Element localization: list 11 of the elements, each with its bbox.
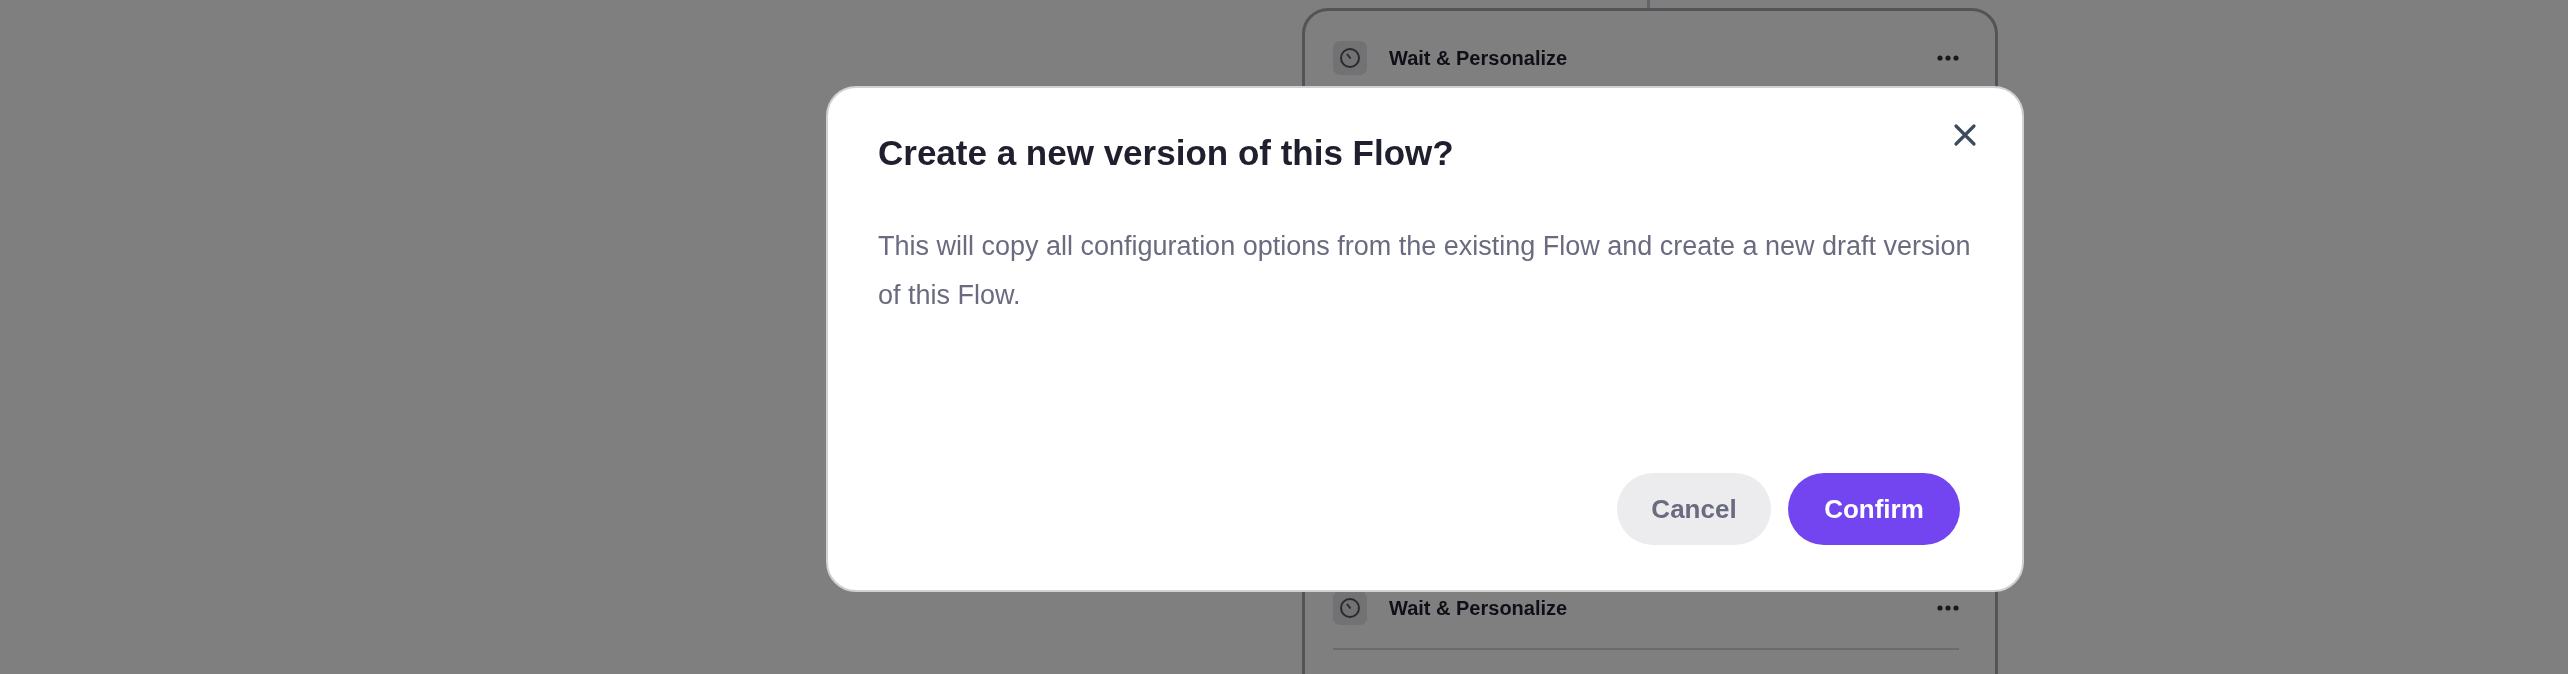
confirm-button[interactable]: Confirm bbox=[1788, 473, 1960, 545]
more-icon[interactable] bbox=[1937, 605, 1959, 611]
dialog-message: This will copy all configuration options from the existing Flow and create a new draft version of this Flow. bbox=[878, 229, 1972, 312]
more-icon[interactable] bbox=[1937, 55, 1959, 61]
cancel-button[interactable]: Cancel bbox=[1617, 473, 1771, 545]
clock-icon bbox=[1333, 41, 1367, 75]
clock-icon bbox=[1333, 591, 1367, 625]
dialog-title: Create a new version of this Flow? bbox=[878, 132, 1454, 174]
step-title: Wait & Personalize bbox=[1389, 46, 1568, 71]
step-title: Wait & Personalize bbox=[1389, 596, 1568, 621]
close-button[interactable] bbox=[1952, 122, 1978, 148]
